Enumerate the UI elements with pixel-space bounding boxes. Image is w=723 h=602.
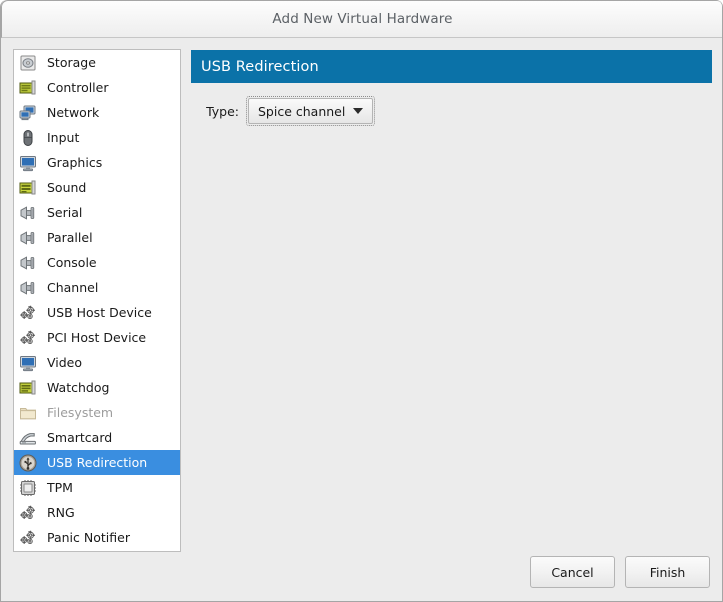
sidebar-item-rng[interactable]: RNG xyxy=(14,500,180,525)
sidebar-item-label: TPM xyxy=(47,480,73,495)
sidebar-item-graphics[interactable]: Graphics xyxy=(14,150,180,175)
sidebar-item-label: Watchdog xyxy=(47,380,110,395)
add-hardware-dialog: Add New Virtual Hardware Storage Controll… xyxy=(0,0,723,602)
sidebar-item-label: Network xyxy=(47,105,100,120)
plug-icon xyxy=(19,229,37,247)
chevron-down-icon xyxy=(353,108,364,114)
watchdog-card-icon xyxy=(19,379,37,397)
gears-icon xyxy=(19,329,37,347)
folder-icon xyxy=(19,404,37,422)
mouse-icon xyxy=(19,129,37,147)
type-select-inner: Spice channel xyxy=(248,98,374,124)
type-select[interactable]: Spice channel xyxy=(246,96,376,126)
sidebar-item-label: Controller xyxy=(47,80,109,95)
page-title: USB Redirection xyxy=(201,58,319,75)
usb-icon xyxy=(19,454,37,472)
dialog-footer: Cancel Finish xyxy=(530,556,710,588)
sidebar-item-parallel[interactable]: Parallel xyxy=(14,225,180,250)
cancel-button[interactable]: Cancel xyxy=(530,556,615,588)
monitor-icon xyxy=(19,154,37,172)
sound-card-icon xyxy=(19,179,37,197)
sidebar-item-network[interactable]: Network xyxy=(14,100,180,125)
sidebar-item-serial[interactable]: Serial xyxy=(14,200,180,225)
sidebar-item-controller[interactable]: Controller xyxy=(14,75,180,100)
storage-disk-icon xyxy=(19,54,37,72)
monitor-icon xyxy=(19,354,37,372)
type-field-row: Type: Spice channel xyxy=(197,96,376,126)
sidebar-item-label: Sound xyxy=(47,180,87,195)
sidebar-item-video[interactable]: Video xyxy=(14,350,180,375)
sidebar-item-label: Panic Notifier xyxy=(47,530,130,545)
sidebar-item-label: RNG xyxy=(47,505,75,520)
controller-card-icon xyxy=(19,79,37,97)
sidebar-item-usb-redirection[interactable]: USB Redirection xyxy=(14,450,180,475)
sidebar-item-label: Video xyxy=(47,355,83,370)
type-label: Type: xyxy=(206,103,239,119)
chip-icon xyxy=(19,479,37,497)
sidebar-item-label: USB Host Device xyxy=(47,305,152,320)
window-title: Add New Virtual Hardware xyxy=(272,11,453,27)
sidebar-item-pci-host-device[interactable]: PCI Host Device xyxy=(14,325,180,350)
sidebar-item-smartcard[interactable]: Smartcard xyxy=(14,425,180,450)
hardware-category-list[interactable]: Storage Controller Network Input Graphics Sou… xyxy=(13,49,181,552)
sidebar-item-filesystem: Filesystem xyxy=(14,400,180,425)
sidebar-item-sound[interactable]: Sound xyxy=(14,175,180,200)
sidebar-item-input[interactable]: Input xyxy=(14,125,180,150)
sidebar-item-channel[interactable]: Channel xyxy=(14,275,180,300)
window-titlebar: Add New Virtual Hardware xyxy=(1,0,722,38)
sidebar-item-label: Serial xyxy=(47,205,83,220)
sidebar-item-usb-host-device[interactable]: USB Host Device xyxy=(14,300,180,325)
smartcard-reader-icon xyxy=(19,429,37,447)
sidebar-item-label: USB Redirection xyxy=(47,455,148,470)
type-select-value: Spice channel xyxy=(258,103,346,119)
sidebar-item-label: Filesystem xyxy=(47,405,114,420)
finish-button[interactable]: Finish xyxy=(625,556,710,588)
gears-icon xyxy=(19,304,37,322)
sidebar-item-label: Smartcard xyxy=(47,430,113,445)
sidebar-item-label: Console xyxy=(47,255,97,270)
plug-icon xyxy=(19,204,37,222)
sidebar-item-label: Input xyxy=(47,130,80,145)
panel-header: USB Redirection xyxy=(191,50,712,83)
sidebar-item-storage[interactable]: Storage xyxy=(14,50,180,75)
plug-icon xyxy=(19,254,37,272)
sidebar-item-tpm[interactable]: TPM xyxy=(14,475,180,500)
sidebar-item-label: PCI Host Device xyxy=(47,330,147,345)
sidebar-item-label: Storage xyxy=(47,55,96,70)
gears-icon xyxy=(19,529,37,547)
sidebar-item-panic-notifier[interactable]: Panic Notifier xyxy=(14,525,180,550)
network-icon xyxy=(19,104,37,122)
sidebar-item-label: Channel xyxy=(47,280,99,295)
sidebar-item-label: Graphics xyxy=(47,155,103,170)
sidebar-item-label: Parallel xyxy=(47,230,93,245)
sidebar-item-watchdog[interactable]: Watchdog xyxy=(14,375,180,400)
plug-icon xyxy=(19,279,37,297)
gears-icon xyxy=(19,504,37,522)
sidebar-item-console[interactable]: Console xyxy=(14,250,180,275)
